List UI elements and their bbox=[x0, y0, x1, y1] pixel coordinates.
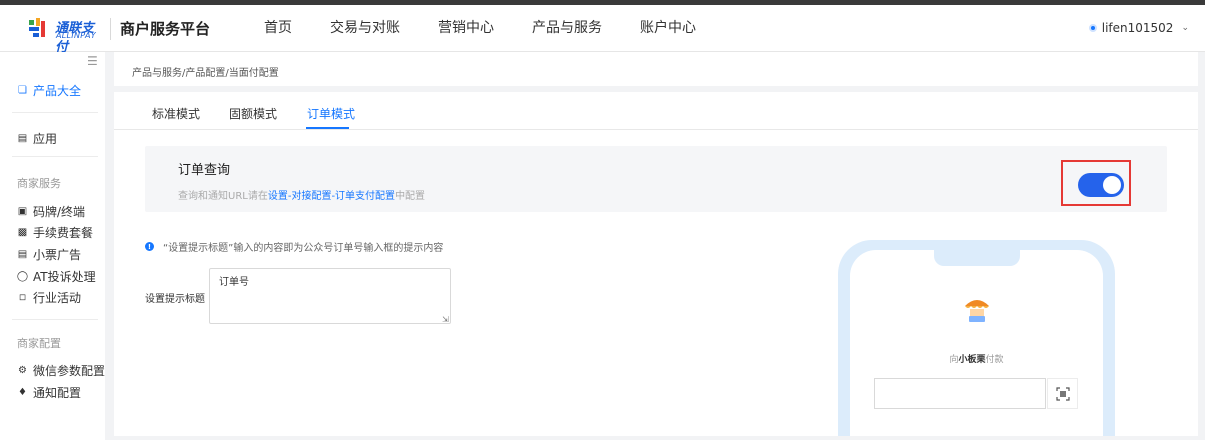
prompt-title-textarea[interactable] bbox=[209, 268, 451, 324]
sidebar-item-label: 手续费套餐 bbox=[33, 226, 94, 240]
sidebar-item-label: 行业活动 bbox=[33, 291, 82, 305]
chevron-down-icon: ⌄ bbox=[1181, 23, 1189, 33]
breadcrumb-bar: 产品与服务/产品配置/当面付配置 bbox=[114, 52, 1198, 86]
bell-icon: ♦ bbox=[18, 387, 27, 398]
sidebar-item-products[interactable]: ❏ 产品大全 bbox=[17, 82, 81, 99]
order-query-title: 订单查询 bbox=[178, 163, 231, 178]
tab-standard-mode[interactable]: 标准模式 bbox=[152, 105, 200, 122]
shop-icon bbox=[965, 300, 989, 322]
desc-suffix: 中配置 bbox=[395, 191, 426, 202]
app-box-icon: ▤ bbox=[17, 133, 28, 144]
sidebar-item-label: 应用 bbox=[33, 132, 58, 146]
pay-to-text: 向小板栗付款 bbox=[850, 352, 1103, 365]
sidebar-item-label: 码牌/终端 bbox=[33, 205, 86, 219]
terminal-icon: ▣ bbox=[17, 206, 28, 217]
sidebar-group-merchant-config: 商家配置 bbox=[17, 337, 61, 350]
order-number-input-preview[interactable] bbox=[874, 378, 1046, 409]
pay-suffix: 付款 bbox=[985, 355, 1004, 365]
logo-en-text: ALLINPAY bbox=[56, 31, 96, 40]
phone-preview: 向小板栗付款 bbox=[838, 240, 1115, 436]
sidebar-item-label: AT投诉处理 bbox=[33, 270, 96, 284]
nav-account[interactable]: 账户中心 bbox=[621, 5, 715, 52]
complaint-icon: ◯ bbox=[16, 271, 29, 282]
sidebar-item-terminal[interactable]: ▣ 码牌/终端 bbox=[17, 203, 85, 220]
scan-icon bbox=[1055, 386, 1070, 401]
main-panel: 标准模式 固额模式 订单模式 订单查询 查询和通知URL请在设置-对接配置-订单… bbox=[114, 92, 1198, 436]
sidebar-item-receipt-ads[interactable]: ▤ 小票广告 bbox=[17, 246, 81, 263]
sidebar-item-industry-events[interactable]: ◽ 行业活动 bbox=[17, 289, 81, 306]
sidebar-item-notify-config[interactable]: ♦ 通知配置 bbox=[17, 384, 81, 401]
menu-collapse-icon[interactable]: ☰ bbox=[87, 54, 98, 68]
nav-home[interactable]: 首页 bbox=[245, 5, 311, 52]
scan-button[interactable] bbox=[1047, 378, 1078, 409]
active-tab-indicator bbox=[306, 127, 349, 129]
sidebar-item-wechat-params[interactable]: ⚙ 微信参数配置 bbox=[17, 362, 105, 379]
desc-prefix: 查询和通知URL请在 bbox=[178, 191, 268, 202]
top-bar: 通联支付 ALLINPAY 商户服务平台 首页 交易与对账 营销中心 产品与服务… bbox=[0, 5, 1205, 55]
sidebar-item-label: 微信参数配置 bbox=[33, 364, 106, 378]
toggle-highlight-box bbox=[1061, 160, 1131, 206]
main-nav: 首页 交易与对账 营销中心 产品与服务 账户中心 bbox=[245, 5, 715, 52]
sidebar-item-fee-plans[interactable]: ▩ 手续费套餐 bbox=[17, 224, 93, 241]
fee-icon: ▩ bbox=[17, 227, 28, 238]
order-query-card: 订单查询 查询和通知URL请在设置-对接配置-订单支付配置中配置 bbox=[145, 146, 1167, 212]
order-query-toggle[interactable] bbox=[1078, 173, 1124, 197]
user-avatar-icon bbox=[1088, 24, 1097, 32]
wechat-settings-icon: ⚙ bbox=[18, 365, 27, 376]
nav-products[interactable]: 产品与服务 bbox=[513, 5, 621, 52]
nav-transactions[interactable]: 交易与对账 bbox=[311, 5, 419, 52]
sidebar-divider bbox=[12, 156, 98, 157]
config-link[interactable]: 设置-对接配置-订单支付配置 bbox=[268, 191, 395, 202]
prompt-title-label: 设置提示标题 bbox=[145, 294, 205, 305]
info-icon: ! bbox=[145, 242, 154, 251]
sidebar-item-complaints[interactable]: ◯ AT投诉处理 bbox=[17, 268, 96, 285]
sidebar-divider bbox=[12, 112, 98, 113]
user-menu[interactable]: lifen101502 ⌄ bbox=[1088, 21, 1189, 35]
sidebar-group-merchant-services: 商家服务 bbox=[17, 177, 61, 190]
platform-title: 商户服务平台 bbox=[120, 20, 211, 38]
sidebar-item-label: 通知配置 bbox=[33, 386, 82, 400]
tab-order-mode[interactable]: 订单模式 bbox=[307, 105, 355, 122]
phone-screen: 向小板栗付款 bbox=[850, 250, 1103, 436]
hint-notice: ! “设置提示标题”输入的内容即为公众号订单号输入框的提示内容 bbox=[145, 239, 443, 254]
breadcrumb: 产品与服务/产品配置/当面付配置 bbox=[132, 68, 279, 79]
cube-icon: ❏ bbox=[18, 85, 27, 96]
notice-text: “设置提示标题”输入的内容即为公众号订单号输入框的提示内容 bbox=[163, 243, 444, 254]
mode-tabs: 标准模式 固额模式 订单模式 bbox=[114, 92, 1198, 130]
toggle-knob bbox=[1103, 176, 1121, 194]
resize-handle-icon[interactable]: ⇲ bbox=[442, 315, 449, 324]
header-divider bbox=[110, 18, 111, 40]
nav-marketing[interactable]: 营销中心 bbox=[419, 5, 513, 52]
brand-logo[interactable]: 通联支付 ALLINPAY bbox=[27, 15, 103, 55]
sidebar: ☰ ❏ 产品大全 ▤ 应用 商家服务 ▣ 码牌/终端 ▩ 手续费套餐 ▤ 小票广… bbox=[0, 52, 105, 440]
sidebar-divider bbox=[12, 319, 98, 320]
allinpay-logo-icon bbox=[29, 18, 45, 37]
order-query-desc: 查询和通知URL请在设置-对接配置-订单支付配置中配置 bbox=[178, 187, 425, 202]
sidebar-item-apps[interactable]: ▤ 应用 bbox=[17, 130, 57, 147]
phone-notch bbox=[934, 250, 1020, 266]
sidebar-item-label: 产品大全 bbox=[33, 84, 82, 98]
receipt-icon: ▤ bbox=[17, 249, 28, 260]
tab-fixed-amount-mode[interactable]: 固额模式 bbox=[229, 105, 277, 122]
merchant-name: 小板栗 bbox=[958, 355, 986, 365]
cart-icon: ◽ bbox=[18, 292, 27, 303]
user-name: lifen101502 bbox=[1101, 21, 1174, 35]
sidebar-item-label: 小票广告 bbox=[33, 248, 82, 262]
